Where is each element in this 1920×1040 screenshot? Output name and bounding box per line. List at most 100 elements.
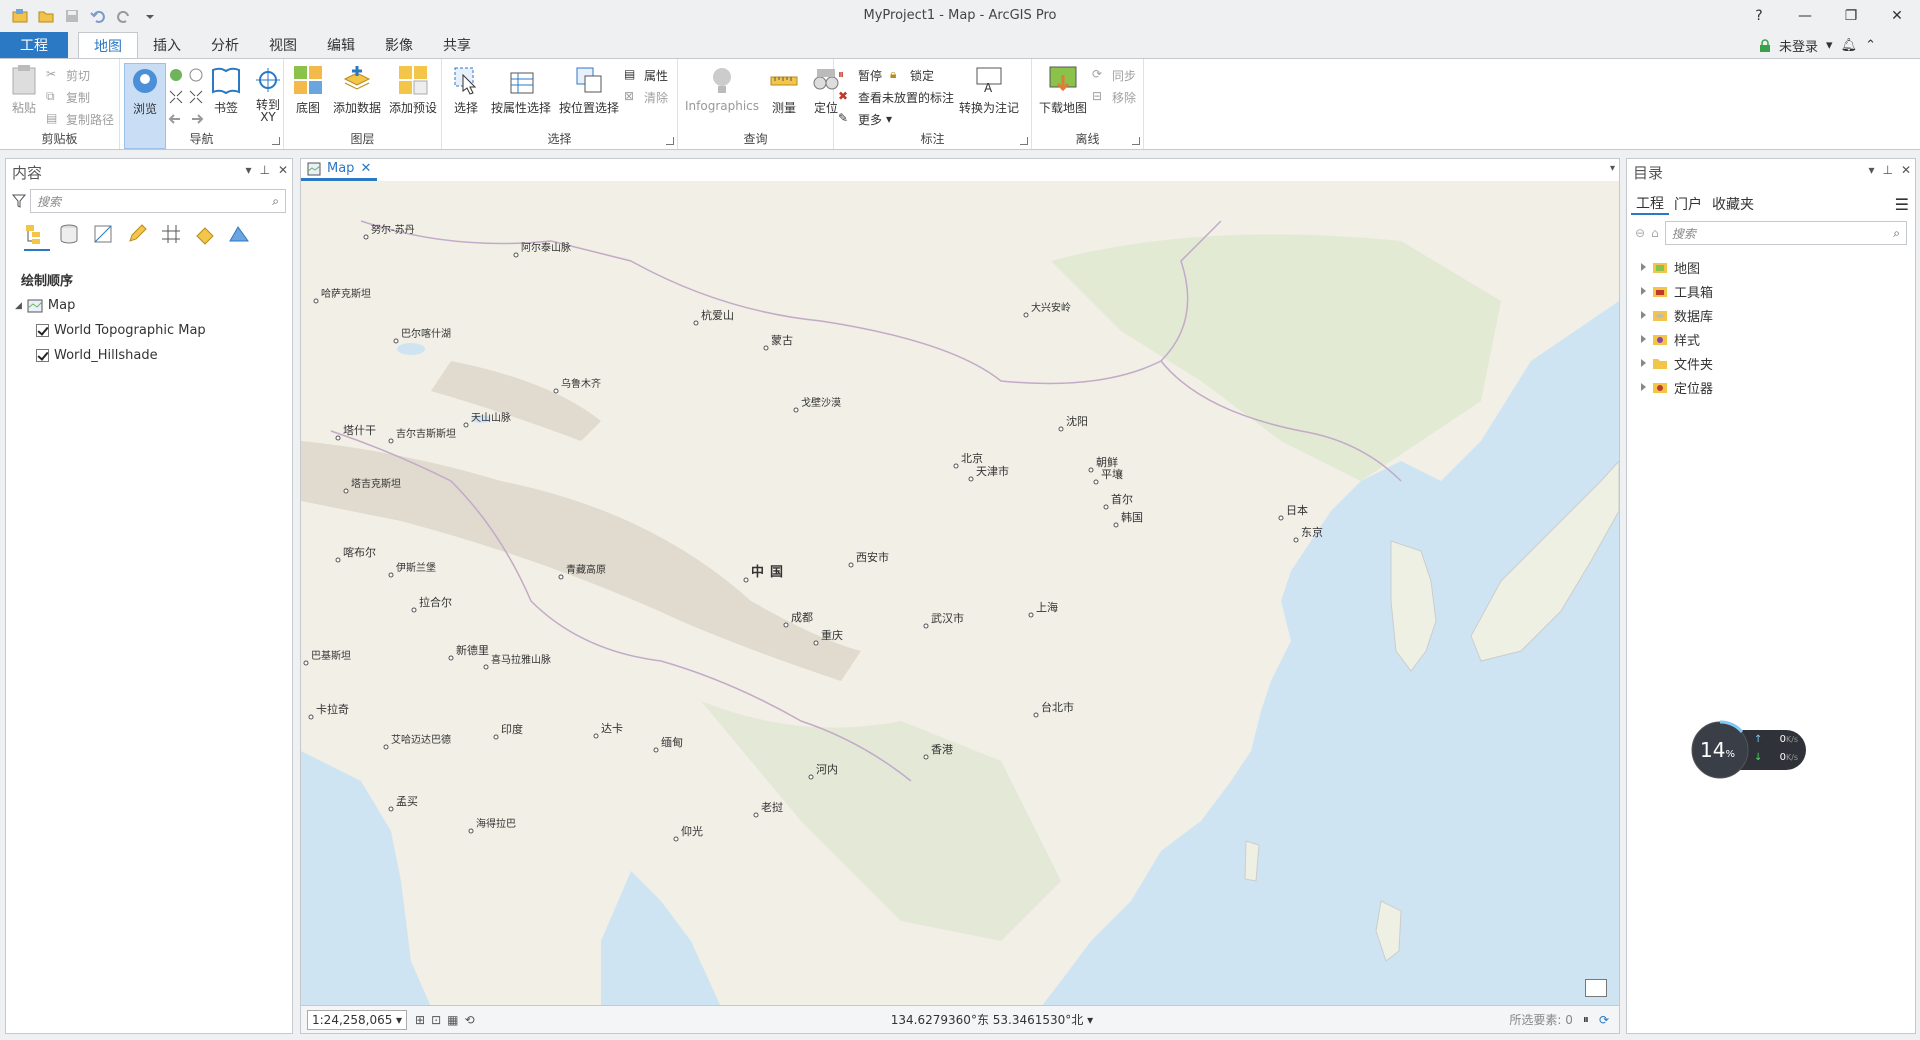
pane-menu-icon[interactable]: ▾ bbox=[1868, 163, 1874, 177]
pause-drawing-icon[interactable]: ⏸ bbox=[1583, 1012, 1589, 1027]
labeling-launcher[interactable] bbox=[1020, 137, 1028, 145]
close-pane-icon[interactable]: ✕ bbox=[1901, 163, 1911, 177]
hamburger-menu-icon[interactable]: ☰ bbox=[1895, 195, 1909, 214]
drawing-order-icon[interactable] bbox=[24, 223, 46, 245]
close-pane-icon[interactable]: ✕ bbox=[278, 163, 288, 177]
pause-labeling-button[interactable]: ⏸ 暂停 bbox=[838, 65, 882, 85]
pin-icon[interactable]: ⊥ bbox=[1882, 163, 1892, 177]
minimize-icon[interactable]: — bbox=[1782, 0, 1828, 32]
selection-view-icon[interactable] bbox=[92, 223, 114, 245]
copy-button[interactable]: ⧉ 复制 bbox=[46, 87, 114, 107]
labeling-view-icon[interactable] bbox=[194, 223, 216, 245]
remove-button[interactable]: ⊟ 移除 bbox=[1092, 87, 1136, 107]
expand-arrow-icon[interactable]: ◢ bbox=[15, 301, 22, 311]
city-point-icon bbox=[1113, 522, 1119, 528]
map-label: 上海 bbox=[1036, 600, 1058, 614]
chevron-down-icon[interactable]: ▾ bbox=[1826, 38, 1833, 53]
data-source-icon[interactable] bbox=[58, 223, 80, 245]
offline-launcher[interactable] bbox=[1132, 137, 1140, 145]
full-extent-icon[interactable] bbox=[168, 65, 204, 85]
restore-icon[interactable]: ❐ bbox=[1828, 0, 1874, 32]
scale-dropdown[interactable]: 1:24,258,065 ▾ bbox=[307, 1009, 407, 1030]
navigate-launcher[interactable] bbox=[272, 137, 280, 145]
sign-in-link[interactable]: 未登录 bbox=[1779, 36, 1818, 55]
close-tab-icon[interactable]: ✕ bbox=[360, 161, 371, 176]
customize-qat-icon[interactable] bbox=[140, 6, 160, 26]
catalog-item-toolboxes[interactable]: 工具箱 bbox=[1627, 279, 1915, 303]
tab-edit[interactable]: 编辑 bbox=[312, 32, 370, 58]
map-node[interactable]: ◢ Map bbox=[15, 293, 292, 318]
map-view-tab[interactable]: Map ✕ bbox=[301, 159, 378, 181]
refresh-icon[interactable]: ⟳ bbox=[1599, 1013, 1609, 1027]
clear-selection-button[interactable]: ⊠ 清除 bbox=[624, 87, 668, 107]
contents-search-input[interactable]: 搜索 ⌕ bbox=[30, 189, 286, 213]
home-icon[interactable]: ⌂ bbox=[1651, 226, 1659, 240]
view-unplaced-button[interactable]: ✖ 查看未放置的标注 bbox=[838, 87, 954, 107]
tab-analysis[interactable]: 分析 bbox=[196, 32, 254, 58]
notification-bell-icon[interactable]: 🔔︎ bbox=[1841, 38, 1858, 53]
editing-view-icon[interactable] bbox=[126, 223, 148, 245]
perspective-icon[interactable] bbox=[228, 223, 250, 245]
lock-labeling-button[interactable]: 🔒︎ 锁定 bbox=[890, 65, 934, 85]
undo-icon[interactable] bbox=[88, 6, 108, 26]
selection-launcher[interactable] bbox=[666, 137, 674, 145]
cut-button[interactable]: ✂ 剪切 bbox=[46, 65, 114, 85]
map-label: 韩国 bbox=[1121, 510, 1143, 524]
city-point-icon bbox=[388, 806, 394, 812]
legend-toggle-icon[interactable] bbox=[1585, 979, 1607, 997]
catalog-item-maps[interactable]: 地图 bbox=[1627, 255, 1915, 279]
pin-icon[interactable]: ⊥ bbox=[259, 163, 269, 177]
coord-format-chevron-icon[interactable]: ▾ bbox=[1087, 1013, 1093, 1027]
tab-project[interactable]: 工程 bbox=[0, 32, 68, 58]
tab-insert[interactable]: 插入 bbox=[138, 32, 196, 58]
redo-icon[interactable] bbox=[114, 6, 134, 26]
grid-icon[interactable]: ⊡ bbox=[431, 1013, 441, 1027]
tab-share[interactable]: 共享 bbox=[428, 32, 486, 58]
map-label: 新德里 bbox=[456, 643, 489, 657]
rotation-icon[interactable]: ⟲ bbox=[464, 1013, 474, 1027]
catalog-item-locators[interactable]: 定位器 bbox=[1627, 375, 1915, 399]
sync-button[interactable]: ⟳ 同步 bbox=[1092, 65, 1136, 85]
more-labeling-button[interactable]: ✎ 更多 ▾ bbox=[838, 109, 954, 129]
catalog-item-folders[interactable]: 文件夹 bbox=[1627, 351, 1915, 375]
save-icon[interactable] bbox=[62, 6, 82, 26]
layer-visibility-checkbox[interactable] bbox=[36, 349, 49, 362]
catalog-tab-project[interactable]: 工程 bbox=[1631, 193, 1669, 215]
help-button[interactable]: ? bbox=[1736, 0, 1782, 32]
tab-map[interactable]: 地图 bbox=[78, 32, 138, 58]
expand-arrow-icon[interactable] bbox=[1641, 287, 1646, 295]
previous-extent-icon[interactable] bbox=[168, 109, 204, 129]
map-canvas[interactable]: 努尔-苏丹 阿尔泰山脉 哈萨克斯坦 巴尔喀什湖 杭爱山 蒙古 乌鲁木齐 戈壁沙漠 天山山脉 塔什干… bbox=[301, 181, 1619, 1007]
close-icon[interactable]: ✕ bbox=[1874, 0, 1920, 32]
layer-visibility-checkbox[interactable] bbox=[36, 324, 49, 337]
network-speed-widget[interactable]: 14% ↑ 0K/s ↓ 0K/s bbox=[1690, 720, 1810, 780]
expand-arrow-icon[interactable] bbox=[1641, 359, 1646, 367]
tab-view[interactable]: 视图 bbox=[254, 32, 312, 58]
pane-menu-icon[interactable]: ▾ bbox=[245, 163, 251, 177]
attributes-button[interactable]: ▤ 属性 bbox=[624, 65, 668, 85]
collapse-ribbon-icon[interactable]: ⌃ bbox=[1865, 38, 1876, 53]
catalog-item-styles[interactable]: 样式 bbox=[1627, 327, 1915, 351]
expand-arrow-icon[interactable] bbox=[1641, 335, 1646, 343]
expand-arrow-icon[interactable] bbox=[1641, 311, 1646, 319]
snapping-view-icon[interactable] bbox=[160, 223, 182, 245]
open-project-icon[interactable] bbox=[36, 6, 56, 26]
layer-item[interactable]: World Topographic Map bbox=[36, 318, 292, 343]
expand-arrow-icon[interactable] bbox=[1641, 383, 1646, 391]
snapping-icon[interactable]: ⊞ bbox=[415, 1013, 425, 1027]
filter-icon[interactable] bbox=[12, 194, 26, 208]
fixed-zoom-icon[interactable] bbox=[168, 87, 204, 107]
tab-list-icon[interactable]: ▾ bbox=[1610, 163, 1615, 174]
catalog-item-databases[interactable]: 数据库 bbox=[1627, 303, 1915, 327]
copy-path-button[interactable]: ▤ 复制路径 bbox=[46, 109, 114, 129]
map-canvas-svg[interactable]: 努尔-苏丹阿尔泰山脉哈萨克斯坦巴尔喀什湖 杭爱山蒙古乌鲁木齐戈壁沙漠天山山脉塔什干… bbox=[301, 181, 1619, 1007]
new-project-icon[interactable] bbox=[10, 6, 30, 26]
catalog-tab-favorites[interactable]: 收藏夹 bbox=[1707, 194, 1759, 214]
table-grid-icon[interactable]: ▦ bbox=[447, 1013, 458, 1027]
catalog-tab-portal[interactable]: 门户 bbox=[1669, 194, 1707, 214]
catalog-search-input[interactable]: 搜索 ⌕ bbox=[1664, 221, 1907, 245]
back-icon[interactable]: ⊖ bbox=[1635, 226, 1645, 240]
layer-item[interactable]: World_Hillshade bbox=[36, 343, 292, 368]
expand-arrow-icon[interactable] bbox=[1641, 263, 1646, 271]
tab-imagery[interactable]: 影像 bbox=[370, 32, 428, 58]
